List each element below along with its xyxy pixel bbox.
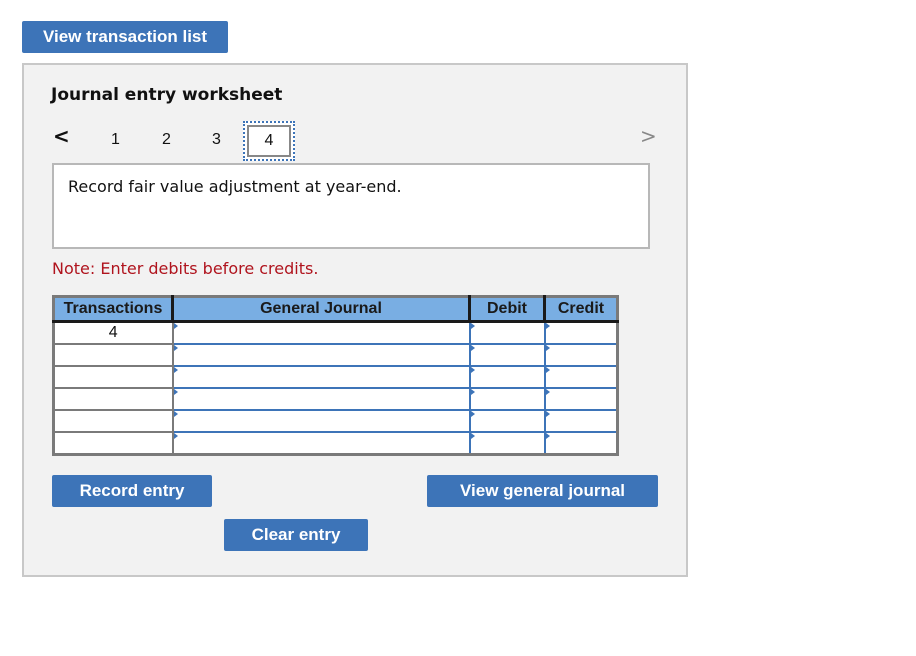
view-general-journal-button[interactable]: View general journal <box>427 475 658 507</box>
chevron-right-icon[interactable]: > <box>640 124 657 148</box>
page-tab-2[interactable]: 2 <box>162 131 171 149</box>
credit-input[interactable] <box>543 320 619 345</box>
header-credit: Credit <box>544 296 618 323</box>
credit-input[interactable] <box>543 409 619 433</box>
journal-row <box>52 431 619 456</box>
transaction-description: Record fair value adjustment at year-end… <box>52 163 650 249</box>
page-tab-label: 4 <box>264 132 274 149</box>
journal-row <box>52 409 619 433</box>
header-general-journal: General Journal <box>172 296 471 323</box>
clear-entry-button[interactable]: Clear entry <box>224 519 368 551</box>
account-input[interactable] <box>171 343 471 367</box>
journal-row: 4 <box>52 320 619 345</box>
journal-table: Transactions General Journal Debit Credi… <box>52 295 619 456</box>
note-text: Note: Enter debits before credits. <box>52 259 319 278</box>
debit-input[interactable] <box>468 343 546 367</box>
worksheet-title: Journal entry worksheet <box>51 85 283 105</box>
header-transactions: Transactions <box>53 296 174 323</box>
debit-input[interactable] <box>468 320 546 345</box>
account-input[interactable] <box>171 387 471 411</box>
credit-input[interactable] <box>543 387 619 411</box>
account-input[interactable] <box>171 409 471 433</box>
account-input[interactable] <box>171 431 471 456</box>
debit-input[interactable] <box>468 387 546 411</box>
chevron-left-icon[interactable]: < <box>53 124 70 148</box>
page-tab-3[interactable]: 3 <box>212 131 221 149</box>
credit-input[interactable] <box>543 343 619 367</box>
header-debit: Debit <box>469 296 546 323</box>
account-input[interactable] <box>171 320 471 345</box>
credit-input[interactable] <box>543 365 619 389</box>
transaction-cell <box>52 431 174 456</box>
journal-row <box>52 343 619 367</box>
transaction-cell <box>52 409 174 433</box>
transaction-cell <box>52 343 174 367</box>
page-tab-1[interactable]: 1 <box>111 131 120 149</box>
record-entry-button[interactable]: Record entry <box>52 475 212 507</box>
view-transaction-list-button[interactable]: View transaction list <box>22 21 228 53</box>
page-tab-4-active[interactable]: 4 <box>243 121 295 161</box>
debit-input[interactable] <box>468 409 546 433</box>
debit-input[interactable] <box>468 431 546 456</box>
journal-row <box>52 387 619 411</box>
account-input[interactable] <box>171 365 471 389</box>
journal-row <box>52 365 619 389</box>
debit-input[interactable] <box>468 365 546 389</box>
transaction-cell <box>52 365 174 389</box>
transaction-cell <box>52 387 174 411</box>
credit-input[interactable] <box>543 431 619 456</box>
transaction-cell: 4 <box>52 320 174 345</box>
